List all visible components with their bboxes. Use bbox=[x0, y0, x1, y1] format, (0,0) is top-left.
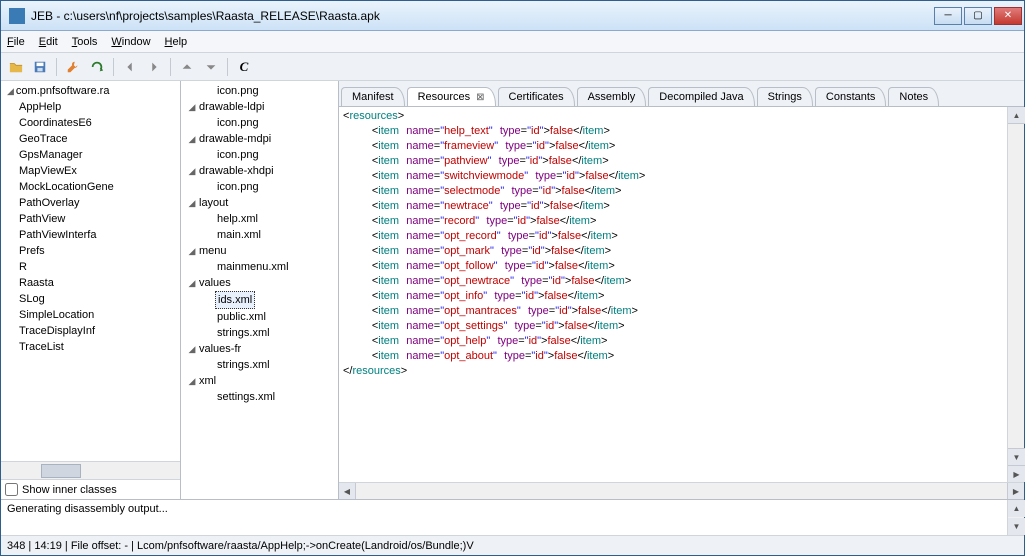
tab-constants[interactable]: Constants bbox=[815, 87, 887, 106]
tree-item[interactable]: SimpleLocation bbox=[5, 307, 180, 323]
scroll-down-icon[interactable]: ▼ bbox=[1008, 518, 1025, 535]
vscrollbar[interactable]: ▲ ▼ ▶ bbox=[1007, 107, 1024, 482]
tree-item[interactable]: AppHelp bbox=[5, 99, 180, 115]
resource-item[interactable]: icon.png bbox=[181, 179, 338, 195]
show-inner-label: Show inner classes bbox=[22, 484, 117, 496]
resource-item[interactable]: mainmenu.xml bbox=[181, 259, 338, 275]
editor-panel: ManifestResources⊠CertificatesAssemblyDe… bbox=[339, 81, 1024, 499]
console[interactable]: Generating disassembly output... ▲ ▼ bbox=[1, 499, 1024, 535]
nav-back-button[interactable] bbox=[119, 56, 141, 78]
resource-item[interactable]: ◢values bbox=[181, 275, 338, 291]
scroll-right-icon[interactable]: ▶ bbox=[1007, 483, 1024, 500]
resource-item[interactable]: strings.xml bbox=[181, 325, 338, 341]
resource-item[interactable]: ◢drawable-mdpi bbox=[181, 131, 338, 147]
tree-item[interactable]: TraceList bbox=[5, 339, 180, 355]
status-text: 348 | 14:19 | File offset: - | Lcom/pnfs… bbox=[7, 540, 474, 552]
resource-item[interactable]: strings.xml bbox=[181, 357, 338, 373]
toolbar-sep bbox=[56, 58, 57, 76]
app-window: JEB - c:\users\nf\projects\samples\Raast… bbox=[0, 0, 1025, 556]
tree-root[interactable]: com.pnfsoftware.ra bbox=[5, 83, 180, 99]
show-inner-checkbox[interactable] bbox=[5, 483, 18, 496]
tree-item[interactable]: PathViewInterfa bbox=[5, 227, 180, 243]
resource-tree[interactable]: icon.png◢drawable-ldpiicon.png◢drawable-… bbox=[181, 81, 338, 499]
scroll-right-icon[interactable]: ▶ bbox=[1008, 465, 1025, 482]
tab-notes[interactable]: Notes bbox=[888, 87, 939, 106]
maximize-button[interactable]: ▢ bbox=[964, 7, 992, 25]
scroll-left-icon[interactable]: ◀ bbox=[339, 483, 356, 500]
resource-item[interactable]: icon.png bbox=[181, 115, 338, 131]
resource-item[interactable]: main.xml bbox=[181, 227, 338, 243]
scroll-down-icon[interactable]: ▼ bbox=[1008, 448, 1025, 465]
resource-item[interactable]: ◢drawable-ldpi bbox=[181, 99, 338, 115]
app-icon bbox=[9, 8, 25, 24]
resource-item[interactable]: ◢layout bbox=[181, 195, 338, 211]
resource-item[interactable]: icon.png bbox=[181, 83, 338, 99]
tab-resources[interactable]: Resources⊠ bbox=[407, 87, 496, 106]
save-button[interactable] bbox=[29, 56, 51, 78]
window-title: JEB - c:\users\nf\projects\samples\Raast… bbox=[31, 9, 934, 23]
toolbar: C bbox=[1, 53, 1024, 81]
resource-tree-panel: icon.png◢drawable-ldpiicon.png◢drawable-… bbox=[181, 81, 339, 499]
resource-item[interactable]: ◢values-fr bbox=[181, 341, 338, 357]
scroll-up-icon[interactable]: ▲ bbox=[1008, 107, 1025, 124]
titlebar[interactable]: JEB - c:\users\nf\projects\samples\Raast… bbox=[1, 1, 1024, 31]
tree-item[interactable]: TraceDisplayInf bbox=[5, 323, 180, 339]
tree-item[interactable]: GpsManager bbox=[5, 147, 180, 163]
resource-item[interactable]: settings.xml bbox=[181, 389, 338, 405]
console-scrollbar[interactable]: ▲ ▼ bbox=[1007, 500, 1024, 535]
nav-down-button[interactable] bbox=[200, 56, 222, 78]
tree-item[interactable]: Raasta bbox=[5, 275, 180, 291]
menu-edit[interactable]: Edit bbox=[39, 36, 58, 48]
close-button[interactable]: ✕ bbox=[994, 7, 1022, 25]
close-tab-icon[interactable]: ⊠ bbox=[476, 92, 484, 103]
open-button[interactable] bbox=[5, 56, 27, 78]
resource-item[interactable]: ◢menu bbox=[181, 243, 338, 259]
resource-item[interactable]: ◢drawable-xhdpi bbox=[181, 163, 338, 179]
console-text: Generating disassembly output... bbox=[7, 503, 168, 515]
tree-item[interactable]: PathView bbox=[5, 211, 180, 227]
comment-button[interactable]: C bbox=[233, 56, 255, 78]
tab-bar: ManifestResources⊠CertificatesAssemblyDe… bbox=[339, 81, 1024, 107]
status-bar: 348 | 14:19 | File offset: - | Lcom/pnfs… bbox=[1, 535, 1024, 555]
tab-decompiled-java[interactable]: Decompiled Java bbox=[648, 87, 754, 106]
tree-item[interactable]: CoordinatesE6 bbox=[5, 115, 180, 131]
tree-item[interactable]: PathOverlay bbox=[5, 195, 180, 211]
tab-manifest[interactable]: Manifest bbox=[341, 87, 405, 106]
tree-item[interactable]: SLog bbox=[5, 291, 180, 307]
tree-item[interactable]: MapViewEx bbox=[5, 163, 180, 179]
tab-assembly[interactable]: Assembly bbox=[577, 87, 647, 106]
refresh-button[interactable] bbox=[86, 56, 108, 78]
tab-strings[interactable]: Strings bbox=[757, 87, 813, 106]
nav-up-button[interactable] bbox=[176, 56, 198, 78]
menubar: File Edit Tools Window Help bbox=[1, 31, 1024, 53]
tree-item[interactable]: GeoTrace bbox=[5, 131, 180, 147]
editor-hscrollbar[interactable]: ◀ ▶ bbox=[339, 482, 1024, 499]
class-tree-panel: com.pnfsoftware.raAppHelpCoordinatesE6Ge… bbox=[1, 81, 181, 499]
toolbar-sep bbox=[170, 58, 171, 76]
resource-item[interactable]: icon.png bbox=[181, 147, 338, 163]
menu-help[interactable]: Help bbox=[165, 36, 188, 48]
minimize-button[interactable]: ─ bbox=[934, 7, 962, 25]
tab-certificates[interactable]: Certificates bbox=[498, 87, 575, 106]
menu-file[interactable]: File bbox=[7, 36, 25, 48]
class-tree[interactable]: com.pnfsoftware.raAppHelpCoordinatesE6Ge… bbox=[1, 81, 180, 461]
toolbar-sep bbox=[227, 58, 228, 76]
scroll-up-icon[interactable]: ▲ bbox=[1008, 500, 1025, 517]
hscrollbar[interactable] bbox=[1, 461, 180, 479]
resource-item[interactable]: public.xml bbox=[181, 309, 338, 325]
resource-item[interactable]: help.xml bbox=[181, 211, 338, 227]
menu-window[interactable]: Window bbox=[111, 36, 150, 48]
toolbar-sep bbox=[113, 58, 114, 76]
resource-item[interactable]: ids.xml bbox=[181, 291, 338, 309]
wrench-button[interactable] bbox=[62, 56, 84, 78]
nav-fwd-button[interactable] bbox=[143, 56, 165, 78]
code-editor[interactable]: <resources> <item name="help_text" type=… bbox=[339, 107, 1007, 482]
tree-item[interactable]: MockLocationGene bbox=[5, 179, 180, 195]
tree-item[interactable]: Prefs bbox=[5, 243, 180, 259]
menu-tools[interactable]: Tools bbox=[72, 36, 98, 48]
resource-item[interactable]: ◢xml bbox=[181, 373, 338, 389]
tree-item[interactable]: R bbox=[5, 259, 180, 275]
